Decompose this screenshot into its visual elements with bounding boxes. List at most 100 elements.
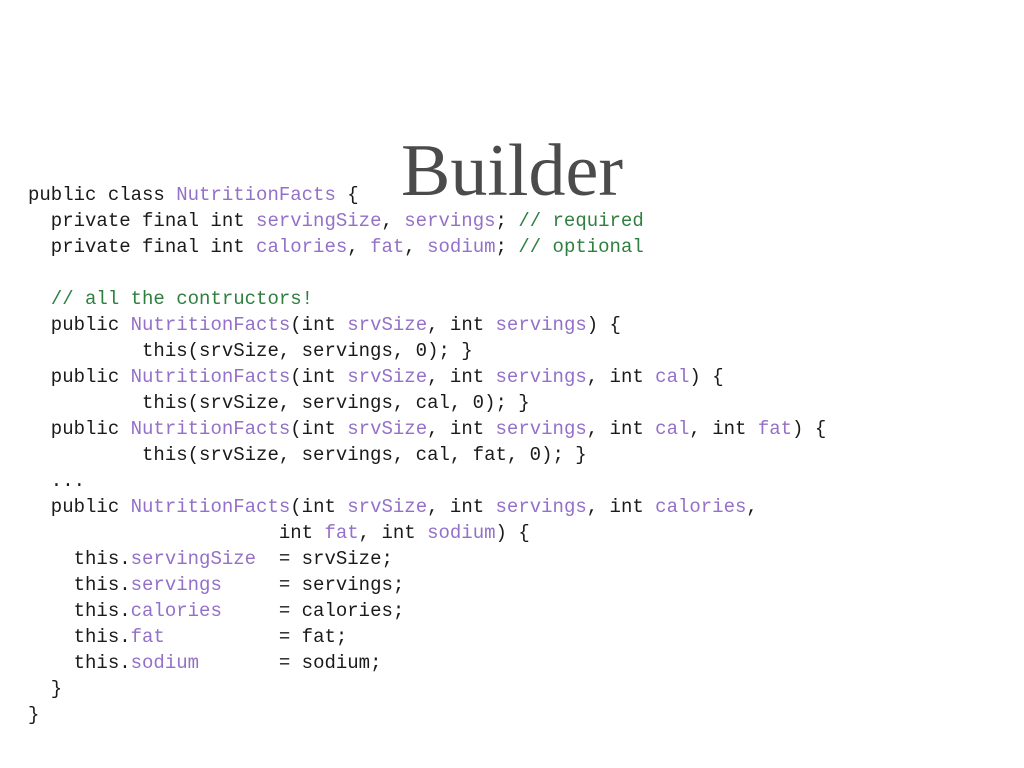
code-line: public NutritionFacts(int srvSize, int s…	[28, 416, 1018, 442]
code-token-plain: private final int	[28, 210, 257, 232]
code-token-plain: ;	[495, 236, 519, 258]
code-token-plain: this.	[28, 574, 131, 596]
code-line: private final int servingSize, servings;…	[28, 208, 1018, 234]
code-token-plain: , int	[586, 418, 656, 440]
code-token-plain: , int	[427, 418, 496, 440]
code-line: private final int calories, fat, sodium;…	[28, 234, 1018, 260]
code-token-plain: public	[28, 418, 131, 440]
code-token-ident: sodium	[427, 522, 496, 544]
code-token-ident: fat	[130, 626, 165, 648]
code-token-plain: ) {	[495, 522, 530, 544]
code-token-plain: (int	[290, 366, 348, 388]
code-line: this.sodium = sodium;	[28, 650, 1018, 676]
code-token-ident: calories	[256, 236, 348, 258]
code-block: public class NutritionFacts { private fi…	[28, 182, 1018, 728]
code-token-ident: NutritionFacts	[130, 366, 291, 388]
code-token-plain: , int	[427, 496, 496, 518]
code-line: // all the contructors!	[28, 286, 1018, 312]
slide: Builder public class NutritionFacts { pr…	[0, 0, 1024, 768]
code-token-ident: servings	[495, 496, 587, 518]
code-token-plain: ) {	[586, 314, 621, 336]
code-token-ident: servings	[495, 366, 587, 388]
code-line: int fat, int sodium) {	[28, 520, 1018, 546]
code-token-plain: }	[28, 704, 40, 726]
code-token-plain: this(srvSize, servings, cal, 0); }	[28, 392, 530, 414]
code-token-ident: servings	[404, 210, 496, 232]
code-line: this.calories = calories;	[28, 598, 1018, 624]
code-token-ident: NutritionFacts	[130, 496, 291, 518]
code-token-plain: private final int	[28, 236, 257, 258]
code-token-plain: ,	[381, 210, 405, 232]
code-token-plain: ...	[28, 470, 86, 492]
code-token-plain: ) {	[689, 366, 724, 388]
code-line: this.servings = servings;	[28, 572, 1018, 598]
code-token-plain: = fat;	[164, 626, 348, 648]
code-token-plain: = srvSize;	[256, 548, 393, 570]
code-token-plain: ,	[404, 236, 428, 258]
code-token-plain: this(srvSize, servings, 0); }	[28, 340, 473, 362]
code-token-plain: ;	[495, 210, 519, 232]
code-token-ident: calories	[655, 496, 747, 518]
code-token-plain: = servings;	[221, 574, 405, 596]
code-token-plain: this.	[28, 600, 131, 622]
code-token-comment: // all the contructors!	[50, 288, 314, 310]
code-token-ident: NutritionFacts	[176, 184, 336, 206]
code-token-plain: ,	[347, 236, 371, 258]
code-token-plain: , int	[358, 522, 428, 544]
code-token-comment: // required	[518, 210, 644, 232]
code-token-plain: , int	[586, 496, 656, 518]
code-token-ident: srvSize	[347, 314, 428, 336]
code-line: this(srvSize, servings, cal, 0); }	[28, 390, 1018, 416]
code-line: this(srvSize, servings, 0); }	[28, 338, 1018, 364]
code-token-plain: this.	[28, 652, 131, 674]
code-token-ident: srvSize	[347, 496, 428, 518]
code-token-ident: srvSize	[347, 366, 428, 388]
code-token-ident: NutritionFacts	[130, 314, 291, 336]
code-token-plain: , int	[427, 366, 496, 388]
code-token-ident: srvSize	[347, 418, 428, 440]
code-line: this.servingSize = srvSize;	[28, 546, 1018, 572]
code-line: }	[28, 702, 1018, 728]
code-line: public class NutritionFacts {	[28, 182, 1018, 208]
code-token-plain: {	[335, 184, 359, 206]
code-token-plain: int	[28, 522, 325, 544]
code-token-plain: ,	[746, 496, 758, 518]
code-token-comment: // optional	[518, 236, 644, 258]
code-token-ident: NutritionFacts	[130, 418, 291, 440]
code-token-plain: public class	[28, 184, 177, 206]
code-token-ident: servingSize	[130, 548, 257, 570]
code-token-plain: , int	[689, 418, 758, 440]
code-token-ident: sodium	[427, 236, 496, 258]
code-line: }	[28, 676, 1018, 702]
code-token-ident: fat	[370, 236, 405, 258]
code-token-plain: public	[28, 496, 131, 518]
code-token-plain: public	[28, 366, 131, 388]
code-line: public NutritionFacts(int srvSize, int s…	[28, 312, 1018, 338]
code-token-ident: calories	[130, 600, 222, 622]
code-token-ident: cal	[655, 366, 690, 388]
code-line: this.fat = fat;	[28, 624, 1018, 650]
code-line: ...	[28, 468, 1018, 494]
code-token-plain: = sodium;	[199, 652, 382, 674]
code-token-ident: sodium	[130, 652, 200, 674]
code-token-plain: ) {	[792, 418, 827, 440]
code-token-plain: , int	[586, 366, 656, 388]
code-token-plain: , int	[427, 314, 496, 336]
code-line: public NutritionFacts(int srvSize, int s…	[28, 494, 1018, 520]
code-token-plain: (int	[290, 314, 348, 336]
code-token-plain: }	[28, 678, 63, 700]
code-token-plain: this.	[28, 626, 131, 648]
code-token-ident: cal	[655, 418, 690, 440]
code-token-plain: = calories;	[221, 600, 405, 622]
code-token-ident: servings	[495, 418, 587, 440]
code-line: this(srvSize, servings, cal, fat, 0); }	[28, 442, 1018, 468]
code-token-ident: servings	[495, 314, 587, 336]
code-token-ident: fat	[757, 418, 793, 440]
code-token-plain: (int	[290, 418, 348, 440]
code-token-plain: this.	[28, 548, 131, 570]
code-token-plain: this(srvSize, servings, cal, fat, 0); }	[28, 444, 587, 466]
code-token-ident: servings	[130, 574, 222, 596]
code-token-ident: servingSize	[256, 210, 382, 232]
